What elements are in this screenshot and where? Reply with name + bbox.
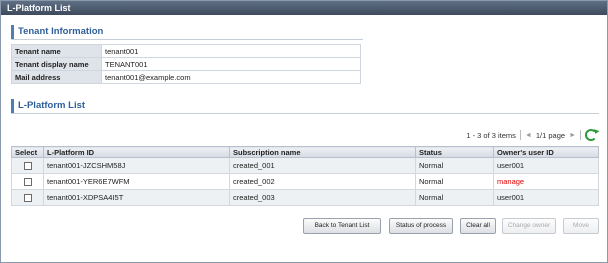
tenant-info-row: Tenant display name TENANT001 — [11, 57, 361, 71]
pager-item-count: 1 - 3 of 3 items — [466, 130, 516, 140]
row-select-checkbox[interactable] — [23, 162, 32, 170]
back-to-tenant-list-button[interactable]: Back to Tenant List — [303, 218, 381, 234]
owner-cell: user001 — [493, 189, 599, 206]
tenant-info-row: Tenant name tenant001 — [11, 44, 361, 58]
lplatform-id-cell: tenant001-JZCSHM58J — [43, 157, 230, 174]
select-cell — [11, 157, 44, 174]
main-window: L-Platform List Tenant Information Tenan… — [0, 0, 608, 263]
pager-page-indicator: 1/1 page — [535, 130, 566, 140]
column-header-subscription-name[interactable]: Subscription name — [229, 146, 416, 158]
lplatform-list-divider — [11, 113, 599, 114]
change-owner-button[interactable]: Change owner — [502, 218, 556, 234]
tenant-name-label: Tenant name — [11, 44, 102, 58]
table-header-row: Select L-Platform ID Subscription name S… — [11, 146, 599, 158]
select-cell — [11, 173, 44, 190]
row-select-checkbox[interactable] — [23, 194, 32, 202]
subscription-name-cell: created_001 — [229, 157, 416, 174]
lplatform-table: Select L-Platform ID Subscription name S… — [11, 146, 599, 206]
owner-cell: user001 — [493, 157, 599, 174]
window-title: L-Platform List — [1, 1, 607, 15]
subscription-name-cell: created_002 — [229, 173, 416, 190]
lplatform-list-heading: L-Platform List — [11, 99, 85, 113]
mail-address-label: Mail address — [11, 70, 102, 84]
owner-cell: manage — [493, 173, 599, 190]
subscription-name-cell: created_003 — [229, 189, 416, 206]
clear-all-button[interactable]: Clear all — [460, 218, 496, 234]
tenant-info-table: Tenant name tenant001 Tenant display nam… — [11, 44, 361, 84]
column-header-owner[interactable]: Owner's user ID — [493, 146, 599, 158]
status-cell: Normal — [415, 157, 494, 174]
tenant-display-name-value: TENANT001 — [101, 57, 361, 71]
table-row[interactable]: tenant001-JZCSHM58J created_001 Normal u… — [11, 157, 599, 174]
tenant-name-value: tenant001 — [101, 44, 361, 58]
first-page-icon[interactable]: ◄ — [525, 132, 532, 139]
table-row[interactable]: tenant001-XDPSA4I5T created_003 Normal u… — [11, 189, 599, 206]
tenant-display-name-label: Tenant display name — [11, 57, 102, 71]
move-button[interactable]: Move — [563, 218, 599, 234]
pager: 1 - 3 of 3 items ◄ 1/1 page ► — [466, 129, 597, 141]
lplatform-id-cell: tenant001-YER6E7WFM — [43, 173, 230, 190]
column-header-status[interactable]: Status — [415, 146, 494, 158]
status-cell: Normal — [415, 189, 494, 206]
refresh-icon[interactable] — [585, 129, 597, 141]
pager-separator — [519, 130, 521, 140]
tenant-info-row: Mail address tenant001@example.com — [11, 70, 361, 84]
next-page-icon[interactable]: ► — [569, 132, 576, 139]
table-row[interactable]: tenant001-YER6E7WFM created_002 Normal m… — [11, 173, 599, 190]
status-of-process-button[interactable]: Status of process — [389, 218, 453, 234]
row-select-checkbox[interactable] — [23, 178, 32, 186]
select-cell — [11, 189, 44, 206]
tenant-info-divider — [11, 39, 363, 40]
column-header-lplatform-id[interactable]: L-Platform ID — [43, 146, 230, 158]
lplatform-id-cell: tenant001-XDPSA4I5T — [43, 189, 230, 206]
pager-separator — [580, 130, 581, 140]
tenant-info-heading: Tenant Information — [11, 25, 103, 39]
status-cell: Normal — [415, 173, 494, 190]
mail-address-value: tenant001@example.com — [101, 70, 361, 84]
column-header-select: Select — [11, 146, 44, 158]
